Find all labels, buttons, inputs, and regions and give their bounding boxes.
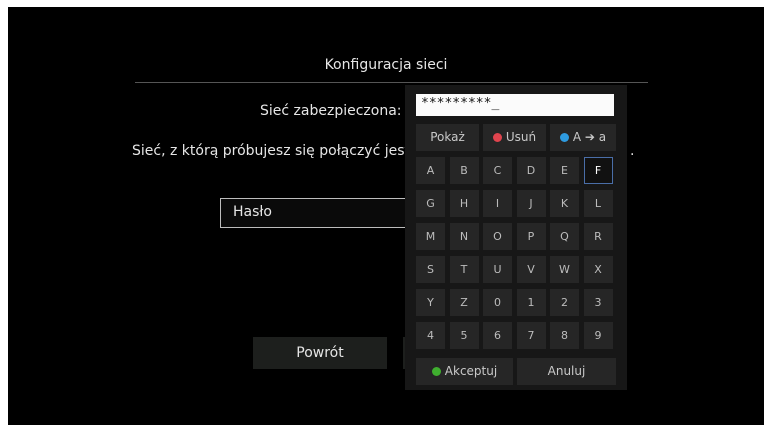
key-x[interactable]: X [583,256,613,283]
key-2[interactable]: 2 [550,289,579,316]
accept-button[interactable]: Akceptuj [416,358,513,385]
connection-message-tail: . [630,143,635,159]
back-button[interactable]: Powrót [253,337,387,369]
delete-button[interactable]: Usuń [483,124,546,151]
green-dot-icon [431,367,441,376]
key-9[interactable]: 9 [583,322,613,349]
key-u[interactable]: U [483,256,512,283]
key-q[interactable]: Q [550,223,579,250]
key-o[interactable]: O [483,223,512,250]
connection-message: Sieć, z którą próbujesz się połączyć jes… [132,143,431,159]
key-i[interactable]: I [483,190,512,217]
case-toggle-button[interactable]: A ➔ a [550,124,616,151]
case-label: A ➔ a [572,130,607,144]
accept-label: Akceptuj [444,364,498,378]
key-s[interactable]: S [416,256,445,283]
keyboard-input[interactable]: *********_ [416,94,614,116]
cancel-button[interactable]: Anuluj [517,358,616,385]
key-j[interactable]: J [516,190,546,217]
key-n[interactable]: N [449,223,479,250]
dialog-title: Konfiguracja sieci [324,57,448,73]
tv-screen: Konfiguracja sieci Sieć zabezpieczona: S… [8,7,764,425]
title-divider [135,82,648,83]
key-m[interactable]: M [416,223,445,250]
show-label: Pokaż [430,130,465,144]
virtual-keyboard: *********_ Pokaż Usuń A ➔ a Akceptuj Anu… [405,85,627,390]
key-f[interactable]: F [583,157,613,184]
blue-dot-icon [559,133,569,142]
cancel-label: Anuluj [547,364,586,378]
show-button[interactable]: Pokaż [416,124,479,151]
key-b[interactable]: B [449,157,479,184]
key-8[interactable]: 8 [550,322,579,349]
key-1[interactable]: 1 [516,289,546,316]
key-7[interactable]: 7 [516,322,546,349]
key-y[interactable]: Y [416,289,445,316]
key-6[interactable]: 6 [483,322,512,349]
key-d[interactable]: D [516,157,546,184]
red-dot-icon [492,133,502,142]
key-z[interactable]: Z [449,289,479,316]
key-g[interactable]: G [416,190,445,217]
key-3[interactable]: 3 [583,289,613,316]
key-a[interactable]: A [416,157,445,184]
key-c[interactable]: C [483,157,512,184]
key-v[interactable]: V [516,256,546,283]
key-r[interactable]: R [583,223,613,250]
key-e[interactable]: E [550,157,579,184]
key-0[interactable]: 0 [483,289,512,316]
key-4[interactable]: 4 [416,322,445,349]
key-t[interactable]: T [449,256,479,283]
password-placeholder: Hasło [233,204,272,220]
key-l[interactable]: L [583,190,613,217]
delete-label: Usuń [505,130,537,144]
security-label: Sieć zabezpieczona: [260,103,402,119]
key-p[interactable]: P [516,223,546,250]
key-5[interactable]: 5 [449,322,479,349]
keyboard-input-value: *********_ [421,96,500,111]
key-w[interactable]: W [550,256,579,283]
key-k[interactable]: K [550,190,579,217]
key-h[interactable]: H [449,190,479,217]
